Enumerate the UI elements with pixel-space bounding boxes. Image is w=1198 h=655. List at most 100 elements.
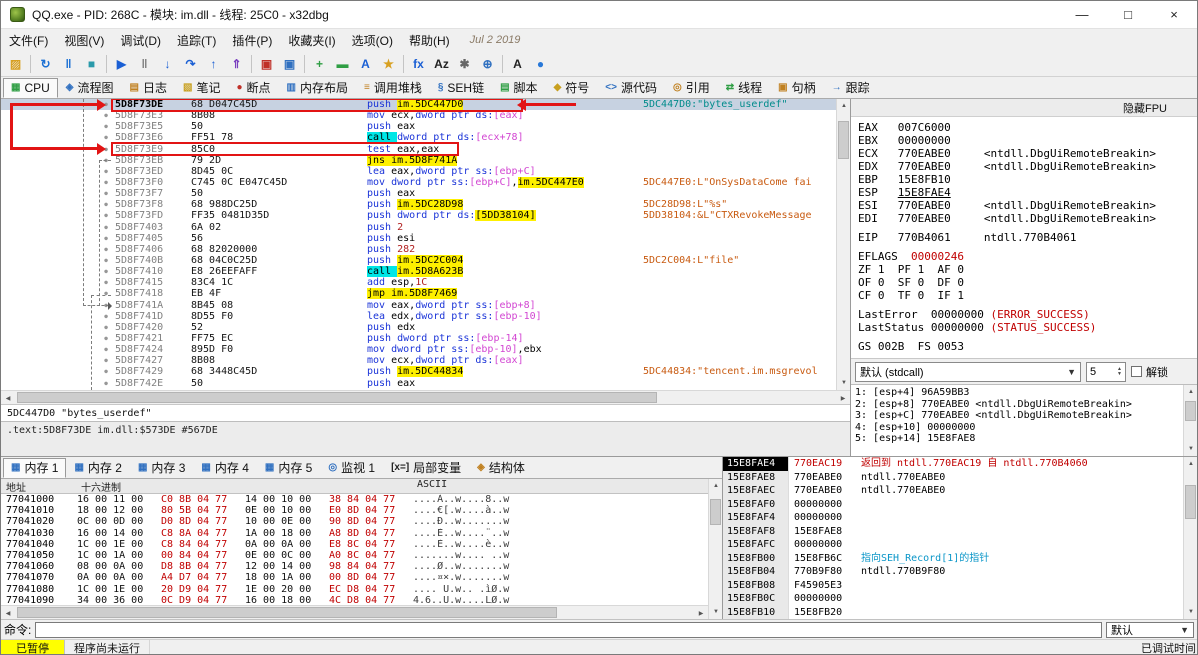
tab-handles[interactable]: ▣ 句柄 <box>770 78 823 98</box>
column-header-address[interactable]: 地址 <box>1 479 77 494</box>
disasm-row[interactable]: ● 5D8F740B 68 04C0C25D push im.5DC2C004 5DC2… <box>1 254 836 266</box>
strings-icon[interactable]: Az <box>430 53 453 75</box>
disasm-row[interactable]: ● 5D8F7415 83C4 1C add esp,1C <box>1 277 836 288</box>
tab-memory-2[interactable]: ▦ 内存 2 <box>66 458 129 478</box>
disasm-row[interactable]: ● 5D8F73FD FF35 0481D35D push dword ptr ds:… <box>1 210 836 222</box>
menu-item-4[interactable]: 插件(P) <box>224 29 280 52</box>
tab-trace[interactable]: → 跟踪 <box>824 78 878 98</box>
scroll-up-icon[interactable]: ▲ <box>1184 457 1197 471</box>
memory-row[interactable]: 77041000 16 00 11 00 C0 8B 04 77 14 00 10 0… <box>1 494 708 505</box>
disasm-row[interactable]: ● 5D8F73F8 68 988DC25D push im.5DC28D98 5DC2… <box>1 199 836 211</box>
disasm-row[interactable]: ● 5D8F7410 E8 26EEFAFF call im.5D8A623B <box>1 266 836 278</box>
restart-icon[interactable]: ↻ <box>34 53 57 75</box>
disassembly-scrollbar[interactable]: ▲ ▼ <box>836 99 850 390</box>
register-row[interactable]: ECX 770EABE0 <ntdll.DbgUiRemoteBreakin> <box>858 147 1197 160</box>
tab-memory-map[interactable]: ▥ 内存布局 <box>279 78 356 98</box>
tab-struct[interactable]: ◈ 结构体 <box>469 458 533 478</box>
memory-dump-view[interactable]: 77041000 16 00 11 00 C0 8B 04 77 14 00 10 0… <box>1 494 708 605</box>
scrollbar-track[interactable] <box>15 606 694 619</box>
memory-row[interactable]: 77041020 0C 00 0D 00 D0 8D 04 77 10 00 0E 0… <box>1 516 708 527</box>
register-row[interactable]: OF 0 SF 0 DF 0 <box>858 276 1197 289</box>
menu-item-7[interactable]: 帮助(H) <box>401 29 458 52</box>
breakpoint-dot[interactable]: ● <box>97 311 115 322</box>
scrollbar-track[interactable] <box>709 493 722 605</box>
stack-row[interactable]: 15E8FAF4 00000000 <box>723 511 1183 525</box>
trace-over-icon[interactable]: ▣ <box>278 53 301 75</box>
disasm-row[interactable]: ● 5D8F73E5 50 push eax <box>1 121 836 132</box>
memory-hscrollbar[interactable]: ◀ ▶ <box>1 605 708 619</box>
register-row[interactable]: EFLAGS 00000246 <box>858 250 1197 263</box>
breakpoint-dot[interactable]: ● <box>97 333 115 344</box>
function-icon[interactable]: fx <box>407 53 430 75</box>
stack-argument-row[interactable]: 5: [esp+14] 15E8FAE8 <box>855 433 1183 445</box>
settings-icon[interactable]: ⊕ <box>476 53 499 75</box>
hide-fpu-button[interactable]: 隐藏FPU <box>851 99 1197 117</box>
registers-view[interactable]: EAX 007C6000 EBX 00000000 ECX 770EABE0 <nt… <box>851 117 1197 358</box>
tab-memory-5[interactable]: ▦ 内存 5 <box>257 458 320 478</box>
register-row[interactable]: GS 002B FS 0053 <box>858 340 1197 353</box>
spinner-arrows-icon[interactable]: ▲ ▼ <box>1117 366 1122 377</box>
label-icon[interactable]: A <box>354 53 377 75</box>
register-row[interactable]: EDI 770EABE0 <ntdll.DbgUiRemoteBreakin> <box>858 212 1197 225</box>
stack-row[interactable]: 15E8FAF0 00000000 <box>723 497 1183 512</box>
tab-threads[interactable]: ⇄ 线程 <box>718 78 770 98</box>
memory-scrollbar[interactable]: ▲ ▼ <box>708 479 722 619</box>
disasm-row[interactable]: ● 5D8F73F7 50 push eax <box>1 188 836 199</box>
menu-item-1[interactable]: 视图(V) <box>56 29 112 52</box>
stack-row[interactable]: 15E8FB00 15E8FB6C 指向SEH_Record[1]的指针 <box>723 551 1183 566</box>
breakpoint-dot[interactable]: ● <box>97 366 115 377</box>
scroll-up-icon[interactable]: ▲ <box>837 99 851 113</box>
scrollbar-track[interactable] <box>837 113 850 376</box>
stack-row[interactable]: 15E8FB0C 00000000 <box>723 592 1183 607</box>
breakpoint-dot[interactable]: ● <box>97 121 115 132</box>
scrollbar-thumb[interactable] <box>838 121 849 159</box>
menu-item-2[interactable]: 调试(D) <box>112 29 169 52</box>
stack-arguments-view[interactable]: 1: [esp+4] 96A59BB3 2: [esp+8] 770EABE0 <… <box>851 385 1183 456</box>
register-row[interactable]: EBP 15E8FB10 <box>858 173 1197 186</box>
disasm-row[interactable]: ● 5D8F741D 8D55 F0 lea edx,dword ptr ss:[eb… <box>1 311 836 322</box>
memory-row[interactable]: 77041030 16 00 14 00 C8 8A 04 77 1A 00 18 0… <box>1 528 708 539</box>
scroll-down-icon[interactable]: ▼ <box>709 605 722 619</box>
stack-row[interactable]: 15E8FAE8 770EABE0 ntdll.770EABE0 <box>723 470 1183 485</box>
tab-notes[interactable]: ▧ 笔记 <box>175 78 228 98</box>
tab-symbols[interactable]: ◆ 符号 <box>546 78 598 98</box>
command-input[interactable] <box>35 621 1102 638</box>
scroll-left-icon[interactable]: ◀ <box>1 391 15 405</box>
scrollbar-thumb[interactable] <box>1185 401 1196 421</box>
menu-item-6[interactable]: 选项(O) <box>344 29 401 52</box>
close-button[interactable]: × <box>1151 1 1197 28</box>
stack-row[interactable]: 15E8FB08 F45905E3 <box>723 578 1183 593</box>
breakpoint-dot[interactable]: ● <box>97 378 115 389</box>
execute-till-return-icon[interactable]: ⇑ <box>225 53 248 75</box>
stack-argument-row[interactable]: 4: [esp+10] 00000000 <box>855 422 1183 434</box>
disasm-row[interactable]: ● 5D8F7406 68 82020000 push 282 <box>1 244 836 255</box>
memory-row[interactable]: 77041050 1C 00 1A 00 00 84 04 77 0E 00 0C 0… <box>1 550 708 561</box>
unlock-checkbox[interactable]: 解锁 <box>1131 364 1168 380</box>
argument-count-spinner[interactable]: 5 ▲ ▼ <box>1086 361 1126 382</box>
disasm-row[interactable]: ● 5D8F7427 8B08 mov ecx,dword ptr ds:[eax] <box>1 355 836 366</box>
stack-row[interactable]: 15E8FB10 15E8FB20 <box>723 606 1183 619</box>
scrollbar-track[interactable] <box>15 391 836 404</box>
register-row[interactable]: ESP 15E8FAE4 <box>858 186 1197 199</box>
disasm-row[interactable]: ● 5D8F7429 68 3448C45D push im.5DC44834 5DC4… <box>1 366 836 378</box>
register-row[interactable]: LastError 00000000 (ERROR_SUCCESS) <box>858 308 1197 321</box>
stack-row[interactable]: 15E8FAE4 770EAC19 返回到 ntdll.770EAC19 自 ntd… <box>723 457 1183 471</box>
scroll-down-icon[interactable]: ▼ <box>837 376 851 390</box>
register-row[interactable]: EDX 770EABE0 <ntdll.DbgUiRemoteBreakin> <box>858 160 1197 173</box>
tab-breakpoints[interactable]: ● 断点 <box>228 78 278 98</box>
breakpoint-dot[interactable]: ● <box>97 344 115 355</box>
tab-call-stack[interactable]: ≡ 调用堆栈 <box>356 78 430 98</box>
step-over-icon[interactable]: ↷ <box>179 53 202 75</box>
disasm-row[interactable]: ● 5D8F73ED 8D45 0C lea eax,dword ptr ss:[eb… <box>1 166 836 177</box>
stack-view[interactable]: 15E8FAE4 770EAC19 返回到 ntdll.770EAC19 自 ntd… <box>723 457 1183 619</box>
scrollbar-thumb[interactable] <box>17 607 557 618</box>
memory-row[interactable]: 77041080 1C 00 1E 00 20 D9 04 77 1E 00 20 0… <box>1 584 708 595</box>
tab-references[interactable]: ◎ 引用 <box>665 78 718 98</box>
disasm-row[interactable]: ● 5D8F7405 56 push esi <box>1 233 836 244</box>
trace-into-icon[interactable]: ▣ <box>255 53 278 75</box>
pause2-icon[interactable]: ‖ <box>133 53 156 75</box>
tab-cpu[interactable]: ▦ CPU <box>3 78 58 98</box>
open-file-icon[interactable]: ▨ <box>4 53 27 75</box>
scrollbar-track[interactable] <box>1184 399 1197 442</box>
stack-scrollbar[interactable]: ▲ ▼ <box>1183 457 1197 619</box>
